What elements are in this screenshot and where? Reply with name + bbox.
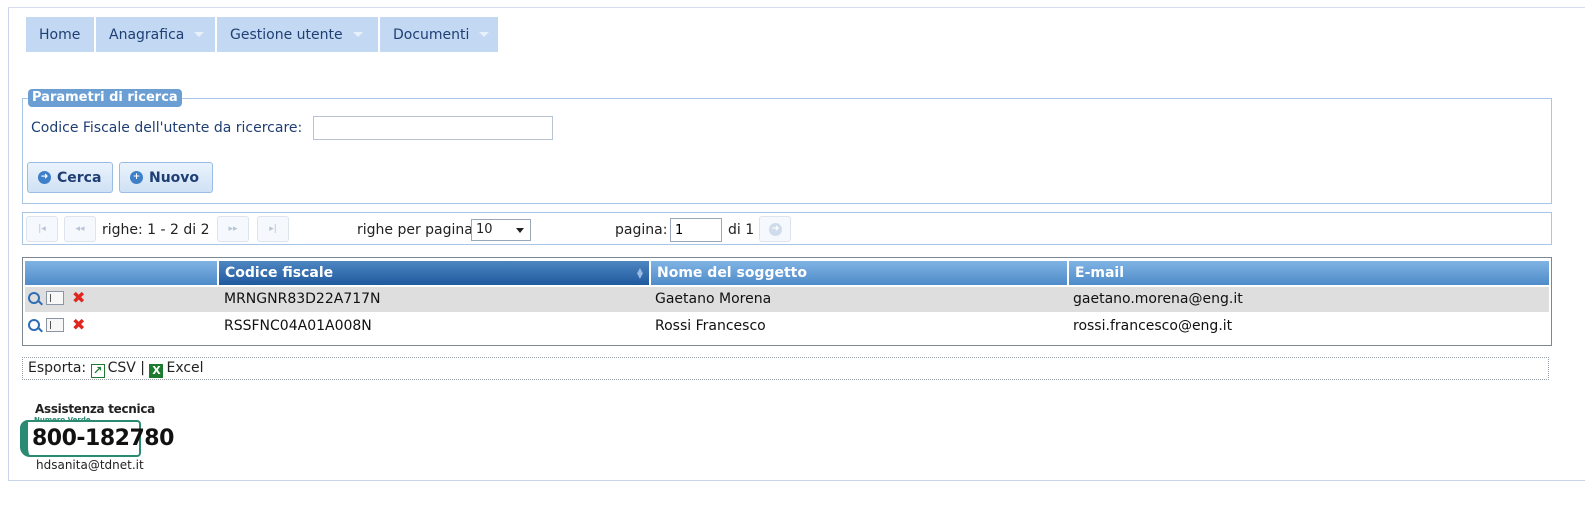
export-excel-link[interactable]: X Excel	[149, 360, 204, 378]
column-header-codice-fiscale-label: Codice fiscale	[225, 265, 334, 281]
search-panel	[22, 98, 1552, 204]
menu-anagrafica[interactable]: Anagrafica	[96, 17, 217, 52]
arrow-right-circle-icon: ➜	[38, 171, 51, 184]
table-header: Codice fiscale ▲ ▼ Nome del soggetto E-ma…	[25, 261, 1549, 285]
new-button-label: Nuovo	[149, 169, 200, 186]
sort-icon: ▲ ▼	[636, 266, 643, 280]
delete-icon[interactable]: ✖	[72, 290, 85, 306]
prev-page-button[interactable]: ◂◂	[64, 216, 96, 242]
page-label: pagina:	[615, 222, 668, 238]
zoom-icon[interactable]	[28, 292, 40, 304]
menu-home-label: Home	[39, 26, 81, 43]
menu-gestione-utente[interactable]: Gestione utente	[217, 17, 380, 52]
search-button[interactable]: ➜ Cerca	[27, 162, 113, 193]
search-panel-legend: Parametri di ricerca	[28, 89, 182, 107]
rows-info: righe: 1 - 2 di 2	[102, 222, 210, 238]
support-email: hdsanita@tdnet.it	[36, 458, 144, 472]
new-button[interactable]: + Nuovo	[119, 162, 213, 193]
table-row: ✖ MRNGNR83D22A717N Gaetano Morena gaetan…	[25, 287, 1549, 312]
chevron-down-icon	[479, 32, 490, 37]
row-actions: ✖	[28, 290, 85, 306]
chevron-down-icon	[194, 32, 205, 37]
search-button-label: Cerca	[57, 169, 102, 186]
chevron-down-icon	[352, 32, 363, 37]
support-title: Assistenza tecnica	[35, 402, 155, 416]
cell-nome: Rossi Francesco	[655, 318, 766, 334]
last-page-icon: ▸|	[269, 224, 277, 234]
prev-page-icon: ◂◂	[75, 224, 85, 234]
cell-nome: Gaetano Morena	[655, 291, 772, 307]
delete-icon[interactable]: ✖	[72, 317, 85, 333]
chevron-down-icon	[516, 228, 524, 233]
page-total: di 1	[728, 222, 755, 238]
menu-anagrafica-label: Anagrafica	[109, 26, 185, 43]
menu-gestione-utente-label: Gestione utente	[230, 26, 343, 43]
export-bar: Esporta: ↗ CSV | X Excel	[22, 357, 1549, 380]
column-header-email[interactable]: E-mail	[1069, 261, 1549, 285]
codice-fiscale-label: Codice Fiscale dell'utente da ricercare:	[31, 120, 303, 136]
plus-circle-icon: +	[130, 171, 143, 184]
menu-documenti[interactable]: Documenti	[380, 17, 500, 52]
menu-documenti-label: Documenti	[393, 26, 470, 43]
cell-email: rossi.francesco@eng.it	[1073, 318, 1233, 334]
next-page-button[interactable]: ▸▸	[217, 216, 249, 242]
last-page-button[interactable]: ▸|	[257, 216, 289, 242]
arrow-right-circle-icon: ➜	[769, 223, 782, 236]
column-header-email-label: E-mail	[1075, 265, 1125, 281]
next-page-icon: ▸▸	[228, 224, 238, 234]
column-header-codice-fiscale[interactable]: Codice fiscale ▲ ▼	[219, 261, 651, 285]
edit-icon[interactable]	[46, 318, 64, 332]
main-menu: Home Anagrafica Gestione utente Document…	[26, 17, 500, 52]
column-header-nome[interactable]: Nome del soggetto	[651, 261, 1069, 285]
first-page-icon: |◂	[38, 224, 46, 234]
rows-per-page-label: righe per pagina	[357, 222, 473, 238]
excel-icon: X	[149, 364, 164, 378]
page-number-input[interactable]	[670, 218, 722, 242]
column-header-actions	[25, 261, 219, 285]
export-separator: |	[140, 360, 146, 376]
phone-subtitle: Numero Verde	[34, 416, 91, 424]
csv-icon: ↗	[90, 364, 105, 378]
results-table: Codice fiscale ▲ ▼ Nome del soggetto E-ma…	[22, 257, 1552, 346]
column-header-nome-label: Nome del soggetto	[657, 265, 807, 281]
export-csv-link[interactable]: ↗ CSV	[90, 360, 141, 378]
rows-per-page-value: 10	[476, 222, 493, 237]
edit-icon[interactable]	[46, 291, 64, 305]
export-csv-label: CSV	[107, 360, 136, 376]
table-row: ✖ RSSFNC04A01A008N Rossi Francesco rossi…	[25, 314, 1549, 339]
cell-email: gaetano.morena@eng.it	[1073, 291, 1243, 307]
rows-per-page-select[interactable]: 10	[471, 219, 531, 241]
zoom-icon[interactable]	[28, 319, 40, 331]
first-page-button[interactable]: |◂	[26, 216, 58, 242]
codice-fiscale-input[interactable]	[313, 116, 553, 140]
row-actions: ✖	[28, 317, 85, 333]
menu-home[interactable]: Home	[26, 17, 96, 52]
export-excel-label: Excel	[166, 360, 204, 376]
go-page-button[interactable]: ➜	[759, 216, 791, 242]
cell-codice-fiscale: RSSFNC04A01A008N	[224, 318, 372, 334]
phone-number: 800-182780	[32, 426, 174, 451]
cell-codice-fiscale: MRNGNR83D22A717N	[224, 291, 381, 307]
export-label: Esporta:	[28, 360, 87, 376]
